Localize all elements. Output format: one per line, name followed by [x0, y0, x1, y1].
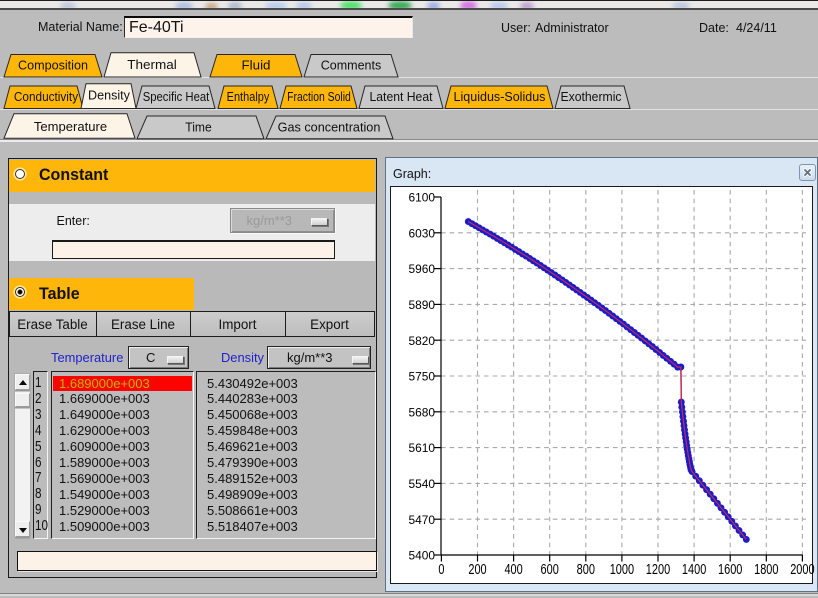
svg-text:1400: 1400 — [682, 562, 706, 578]
svg-text:1200: 1200 — [646, 562, 670, 578]
svg-text:400: 400 — [504, 562, 522, 578]
svg-text:5610: 5610 — [409, 441, 436, 455]
svg-text:800: 800 — [577, 562, 595, 578]
svg-text:5890: 5890 — [409, 298, 436, 312]
svg-text:5470: 5470 — [409, 513, 436, 527]
svg-text:5540: 5540 — [409, 477, 436, 491]
svg-text:5820: 5820 — [409, 334, 436, 348]
svg-text:5960: 5960 — [409, 262, 436, 276]
svg-text:6030: 6030 — [409, 226, 436, 240]
svg-text:600: 600 — [541, 562, 559, 578]
svg-text:1600: 1600 — [718, 562, 742, 578]
svg-text:1800: 1800 — [754, 562, 778, 578]
svg-text:5680: 5680 — [409, 405, 436, 419]
svg-text:0: 0 — [438, 562, 444, 578]
svg-text:200: 200 — [468, 562, 486, 578]
svg-text:1000: 1000 — [610, 562, 634, 578]
svg-text:2000: 2000 — [790, 562, 814, 578]
svg-text:5750: 5750 — [409, 370, 436, 384]
svg-text:6100: 6100 — [409, 191, 436, 205]
svg-text:5400: 5400 — [409, 549, 436, 563]
